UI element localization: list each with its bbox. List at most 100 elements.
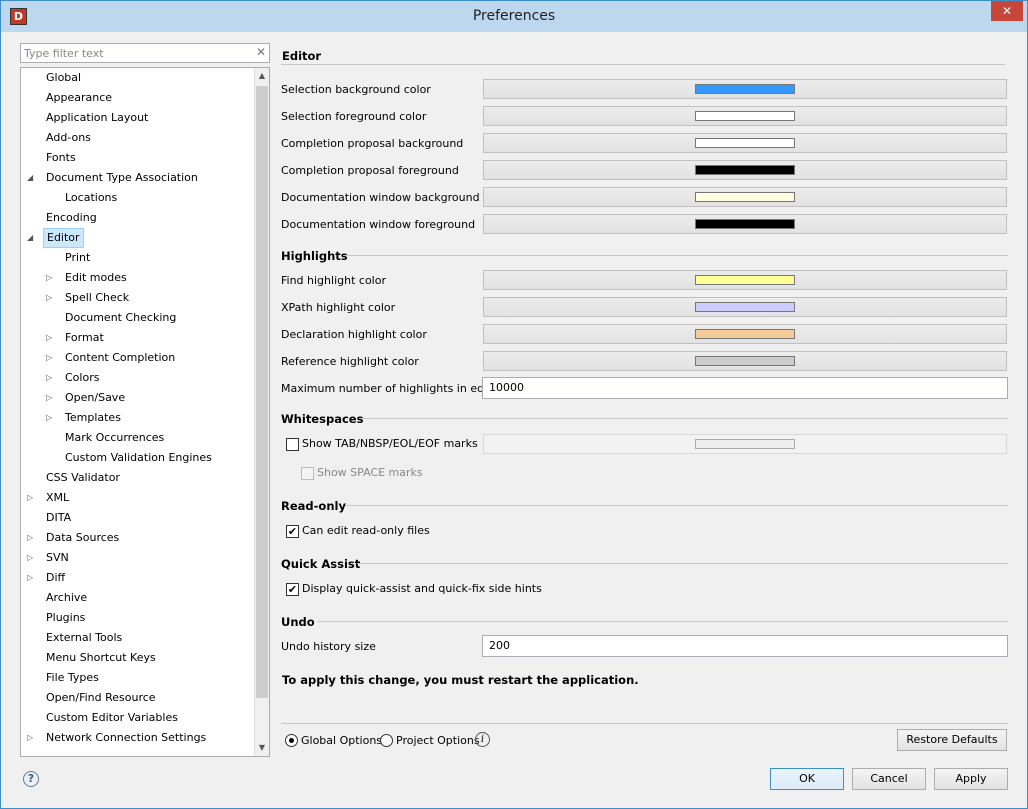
tree-item-label: Custom Validation Engines [65, 451, 212, 464]
tree-item[interactable]: Mark Occurrences [21, 428, 255, 448]
tree-item[interactable]: Open/Find Resource [21, 688, 255, 708]
color-row-label: Selection foreground color [281, 110, 427, 123]
tree-item-label: Document Type Association [46, 171, 198, 184]
tree-item[interactable]: ▷ XML [21, 488, 255, 508]
color-row-label: Documentation window background [281, 191, 480, 204]
expand-arrow-icon[interactable]: ▷ [46, 328, 56, 348]
expand-arrow-icon[interactable]: ▷ [46, 408, 56, 428]
expand-arrow-icon[interactable]: ▷ [46, 268, 56, 288]
tree-item[interactable]: Encoding [21, 208, 255, 228]
tree-item-label: Encoding [46, 211, 97, 224]
clear-filter-icon[interactable]: ✕ [256, 45, 266, 59]
quick-assist-checkbox[interactable]: ✔ [286, 583, 299, 596]
tree-item[interactable]: ▷ Format [21, 328, 255, 348]
color-picker-button[interactable] [483, 187, 1007, 207]
expand-arrow-icon[interactable]: ▷ [27, 528, 37, 548]
tree-item[interactable]: Appearance [21, 88, 255, 108]
tree-item[interactable]: ▷ Data Sources [21, 528, 255, 548]
apply-button[interactable]: Apply [934, 768, 1008, 790]
tree-item-label: Diff [46, 571, 66, 584]
show-marks-checkbox[interactable] [286, 438, 299, 451]
tree-item[interactable]: External Tools [21, 628, 255, 648]
color-swatch [695, 439, 795, 449]
restore-defaults-button[interactable]: Restore Defaults [897, 729, 1007, 751]
tree-item-label: Menu Shortcut Keys [46, 651, 156, 664]
tree-item[interactable]: ▷ Network Connection Settings [21, 728, 255, 748]
color-picker-button[interactable] [483, 106, 1007, 126]
show-space-checkbox[interactable] [301, 467, 314, 480]
tree-item-label: Archive [46, 591, 88, 604]
tree-item[interactable]: Menu Shortcut Keys [21, 648, 255, 668]
close-button[interactable]: ✕ [991, 1, 1023, 21]
tree-item[interactable]: ◢ Editor [21, 228, 255, 248]
ok-button[interactable]: OK [770, 768, 844, 790]
collapse-arrow-icon[interactable]: ◢ [27, 228, 37, 248]
tree-item[interactable]: ▷ Spell Check [21, 288, 255, 308]
tree-item[interactable]: Application Layout [21, 108, 255, 128]
color-picker-button[interactable] [483, 270, 1007, 290]
tree-item[interactable]: ▷ Templates [21, 408, 255, 428]
section-divider [346, 505, 1008, 506]
expand-arrow-icon[interactable]: ▷ [27, 548, 37, 568]
tree-item[interactable]: ▷ Edit modes [21, 268, 255, 288]
cancel-button[interactable]: Cancel [852, 768, 926, 790]
expand-arrow-icon[interactable]: ▷ [27, 728, 37, 748]
expand-arrow-icon[interactable]: ▷ [46, 388, 56, 408]
tree-item[interactable]: CSS Validator [21, 468, 255, 488]
tree-item[interactable]: ▷ Colors [21, 368, 255, 388]
color-swatch [695, 275, 795, 285]
color-picker-button[interactable] [483, 351, 1007, 371]
tree-item[interactable]: Locations [21, 188, 255, 208]
max-highlights-input[interactable]: 10000 [482, 377, 1008, 399]
color-picker-button[interactable] [483, 214, 1007, 234]
tree-item[interactable]: ▷ Open/Save [21, 388, 255, 408]
scroll-up-icon[interactable]: ▲ [255, 68, 269, 84]
color-picker-button[interactable] [483, 133, 1007, 153]
scroll-thumb[interactable] [256, 86, 268, 698]
tree-item[interactable]: Custom Editor Variables [21, 708, 255, 728]
color-picker-button[interactable] [483, 297, 1007, 317]
tree-item-label: DITA [46, 511, 72, 524]
expand-arrow-icon[interactable]: ▷ [27, 488, 37, 508]
color-row-label: Documentation window foreground [281, 218, 476, 231]
tree-item[interactable]: ◢ Document Type Association [21, 168, 255, 188]
tree-item-label: External Tools [46, 631, 123, 644]
restart-note: To apply this change, you must restart t… [282, 673, 639, 687]
project-options-radio[interactable] [380, 734, 393, 747]
undo-history-input[interactable]: 200 [482, 635, 1008, 657]
tree-item[interactable]: ▷ Content Completion [21, 348, 255, 368]
expand-arrow-icon[interactable]: ▷ [27, 568, 37, 588]
tree-item-label: Custom Editor Variables [46, 711, 178, 724]
collapse-arrow-icon[interactable]: ◢ [27, 168, 37, 188]
tree-item[interactable]: Document Checking [21, 308, 255, 328]
color-row-label: Completion proposal background [281, 137, 464, 150]
color-picker-button[interactable] [483, 160, 1007, 180]
tree-item[interactable]: Global [21, 68, 255, 88]
title-bar: D Preferences ✕ [1, 1, 1027, 32]
tree-item[interactable]: Archive [21, 588, 255, 608]
filter-input[interactable] [21, 44, 246, 62]
help-icon[interactable]: ? [23, 771, 39, 787]
tree-item[interactable]: Print [21, 248, 255, 268]
tree-item[interactable]: Custom Validation Engines [21, 448, 255, 468]
scroll-down-icon[interactable]: ▼ [255, 740, 269, 756]
marks-color-button[interactable] [483, 434, 1007, 454]
expand-arrow-icon[interactable]: ▷ [46, 368, 56, 388]
color-picker-button[interactable] [483, 79, 1007, 99]
tree-item[interactable]: ▷ SVN [21, 548, 255, 568]
tree-item[interactable]: DITA [21, 508, 255, 528]
edit-readonly-checkbox[interactable]: ✔ [286, 525, 299, 538]
expand-arrow-icon[interactable]: ▷ [46, 348, 56, 368]
global-options-radio[interactable] [285, 734, 298, 747]
tree-item[interactable]: Plugins [21, 608, 255, 628]
tree-item[interactable]: File Types [21, 668, 255, 688]
expand-arrow-icon[interactable]: ▷ [46, 288, 56, 308]
color-picker-button[interactable] [483, 324, 1007, 344]
radio-dot [289, 738, 294, 743]
info-icon[interactable]: i [475, 732, 490, 747]
tree-item[interactable]: Add-ons [21, 128, 255, 148]
color-row-label: Reference highlight color [281, 355, 419, 368]
tree-scrollbar[interactable]: ▲ ▼ [254, 68, 269, 756]
tree-item[interactable]: Fonts [21, 148, 255, 168]
tree-item[interactable]: ▷ Diff [21, 568, 255, 588]
